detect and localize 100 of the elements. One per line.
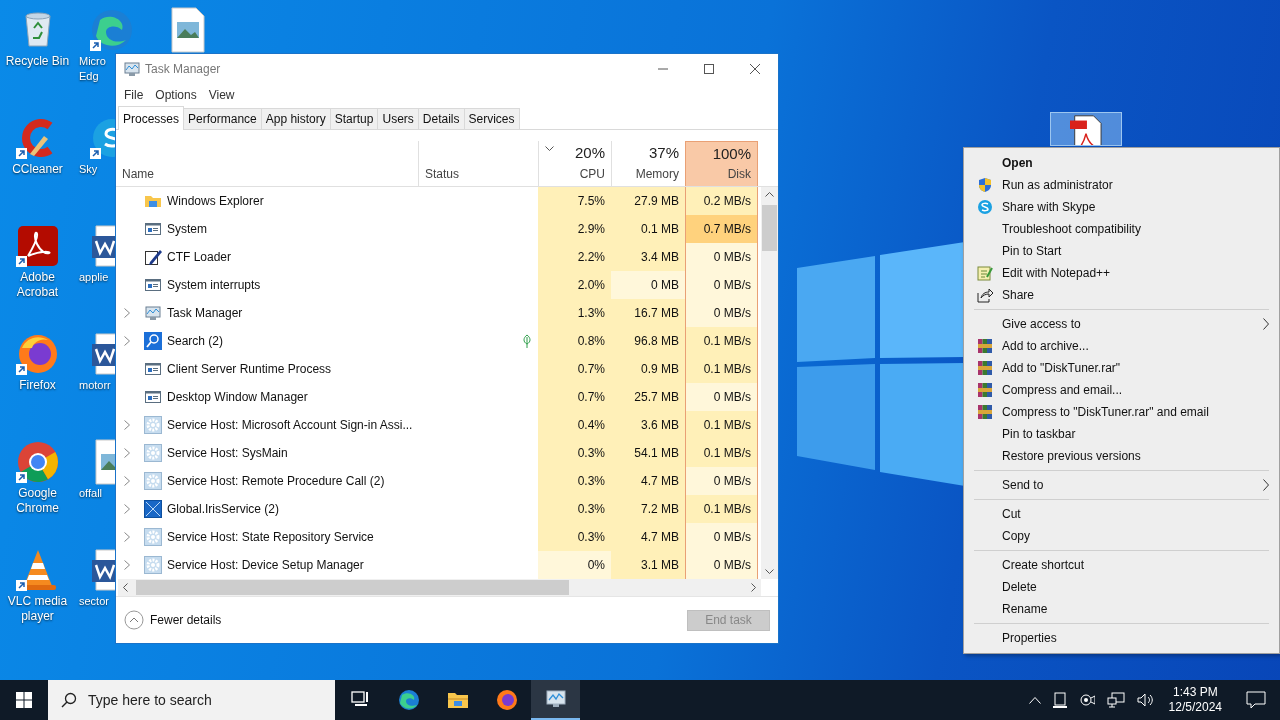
notepad-icon <box>977 265 993 281</box>
table-cell: 0.7 MB/s <box>685 215 758 243</box>
table-cell: 7.5% <box>538 187 611 215</box>
icon-label: player <box>21 609 54 624</box>
tab[interactable]: Details <box>417 108 465 129</box>
icon-label: Sky <box>79 162 98 177</box>
menu-item[interactable]: Share with Skype <box>964 196 1279 218</box>
menu-item[interactable]: Give access to <box>964 313 1279 335</box>
menu-item[interactable]: Copy <box>964 525 1279 547</box>
icon-label: motorr <box>79 378 111 393</box>
scroll-right-icon[interactable] <box>751 583 757 592</box>
vertical-scrollbar[interactable] <box>761 187 778 579</box>
app-window-icon <box>144 220 162 238</box>
menu-item[interactable]: Create shortcut <box>964 554 1279 576</box>
scroll-thumb[interactable] <box>136 580 569 595</box>
pen-icon <box>144 248 162 266</box>
menu-item[interactable]: Share <box>964 284 1279 306</box>
menu-item[interactable]: Open <box>964 152 1279 174</box>
menu-item[interactable]: Compress and email... <box>964 379 1279 401</box>
menu-item[interactable]: Add to archive... <box>964 335 1279 357</box>
process-name: System <box>167 222 207 236</box>
menu-item[interactable]: Properties <box>964 627 1279 649</box>
tab[interactable]: Users <box>377 108 419 129</box>
table-cell: 3.4 MB <box>611 243 685 271</box>
speaker-icon[interactable] <box>1136 692 1155 708</box>
column-header[interactable]: 100% Disk <box>685 141 758 186</box>
table-cell: 0.1 MB/s <box>685 439 758 467</box>
taskbar-app-button[interactable] <box>531 680 580 720</box>
archive-icon <box>977 338 993 354</box>
search-field[interactable]: Type here to search <box>48 680 335 720</box>
chevron-up-icon[interactable] <box>1028 696 1041 704</box>
close-icon[interactable] <box>750 64 760 74</box>
menu-item[interactable]: File <box>118 88 150 102</box>
fewer-details-link[interactable]: Fewer details <box>150 613 222 627</box>
menu-item[interactable]: Pin to Start <box>964 240 1279 262</box>
menu-item[interactable]: Send to <box>964 474 1279 496</box>
menu-item[interactable]: Cut <box>964 503 1279 525</box>
scroll-left-icon[interactable] <box>122 583 128 592</box>
menu-item[interactable]: Add to "DiskTuner.rar" <box>964 357 1279 379</box>
table-cell: 0.1 MB/s <box>685 495 758 523</box>
process-name: Service Host: SysMain <box>167 446 288 460</box>
tab[interactable]: Services <box>463 108 520 129</box>
scroll-up-icon[interactable] <box>765 191 774 197</box>
menu-item[interactable]: Rename <box>964 598 1279 620</box>
start-icon[interactable] <box>16 692 32 708</box>
tab[interactable]: App history <box>260 108 331 129</box>
table-cell: 0 MB/s <box>685 551 758 579</box>
clock-time[interactable]: 1:43 PM <box>1172 685 1218 700</box>
menu-item[interactable]: Compress to "DiskTuner.rar" and email <box>964 401 1279 423</box>
collapse-icon[interactable] <box>124 610 144 630</box>
icon-label: CCleaner <box>12 162 63 177</box>
table-cell: 0 MB/s <box>685 467 758 495</box>
archive-icon <box>977 404 993 420</box>
process-name: CTF Loader <box>167 250 232 264</box>
app-window-icon <box>144 388 162 406</box>
icon-label: Chrome <box>16 501 59 516</box>
monitor-icon <box>123 60 141 78</box>
menu-item[interactable]: Restore previous versions <box>964 445 1279 467</box>
gear-icon <box>144 472 162 490</box>
table-cell: 0.7% <box>538 355 611 383</box>
menu-item[interactable]: Pin to taskbar <box>964 423 1279 445</box>
table-cell: 0.4% <box>538 411 611 439</box>
clock-date[interactable]: 12/5/2024 <box>1168 700 1222 715</box>
icon-label: Acrobat <box>16 285 59 300</box>
process-name: Service Host: Microsoft Account Sign-in Assi... <box>167 418 413 432</box>
network-icon[interactable] <box>1106 692 1125 708</box>
table-cell: 2.9% <box>538 215 611 243</box>
notification-icon[interactable] <box>1246 691 1266 709</box>
maximize-icon[interactable] <box>704 64 714 74</box>
table-cell: 0.1 MB/s <box>685 355 758 383</box>
menu-item[interactable]: Edit with Notepad++ <box>964 262 1279 284</box>
tab[interactable]: Performance <box>183 108 262 129</box>
table-cell: 0% <box>538 551 611 579</box>
scroll-thumb[interactable] <box>762 205 777 251</box>
table-cell: 7.2 MB <box>611 495 685 523</box>
table-cell: 0.8% <box>538 327 611 355</box>
table-cell: 0 MB/s <box>685 271 758 299</box>
menu-item[interactable]: View <box>202 88 241 102</box>
table-cell: 0 MB/s <box>685 243 758 271</box>
browser-icon <box>397 689 420 711</box>
table-cell: 0 MB/s <box>685 299 758 327</box>
menu-item[interactable]: Troubleshoot compatibility <box>964 218 1279 240</box>
tab[interactable]: Processes <box>118 106 185 130</box>
table-cell: 0.3% <box>538 439 611 467</box>
column-header[interactable]: 20% CPU <box>538 141 611 186</box>
column-header[interactable]: Status <box>425 167 460 181</box>
scroll-down-icon[interactable] <box>765 569 774 575</box>
menu-item[interactable]: Delete <box>964 576 1279 598</box>
menu-item[interactable]: Run as administrator <box>964 174 1279 196</box>
webcam-icon[interactable] <box>1078 692 1095 708</box>
tab[interactable]: Startup <box>329 108 379 129</box>
table-cell: 3.1 MB <box>611 551 685 579</box>
horizontal-scrollbar[interactable] <box>118 579 761 596</box>
table-cell: 4.7 MB <box>611 467 685 495</box>
process-name: Desktop Window Manager <box>167 390 308 404</box>
icon-label: Recycle Bin <box>5 54 70 69</box>
table-cell: 0 MB/s <box>685 523 758 551</box>
device-icon[interactable] <box>1052 692 1067 708</box>
column-header[interactable]: Name <box>122 167 154 181</box>
menu-item[interactable]: Options <box>149 88 203 102</box>
